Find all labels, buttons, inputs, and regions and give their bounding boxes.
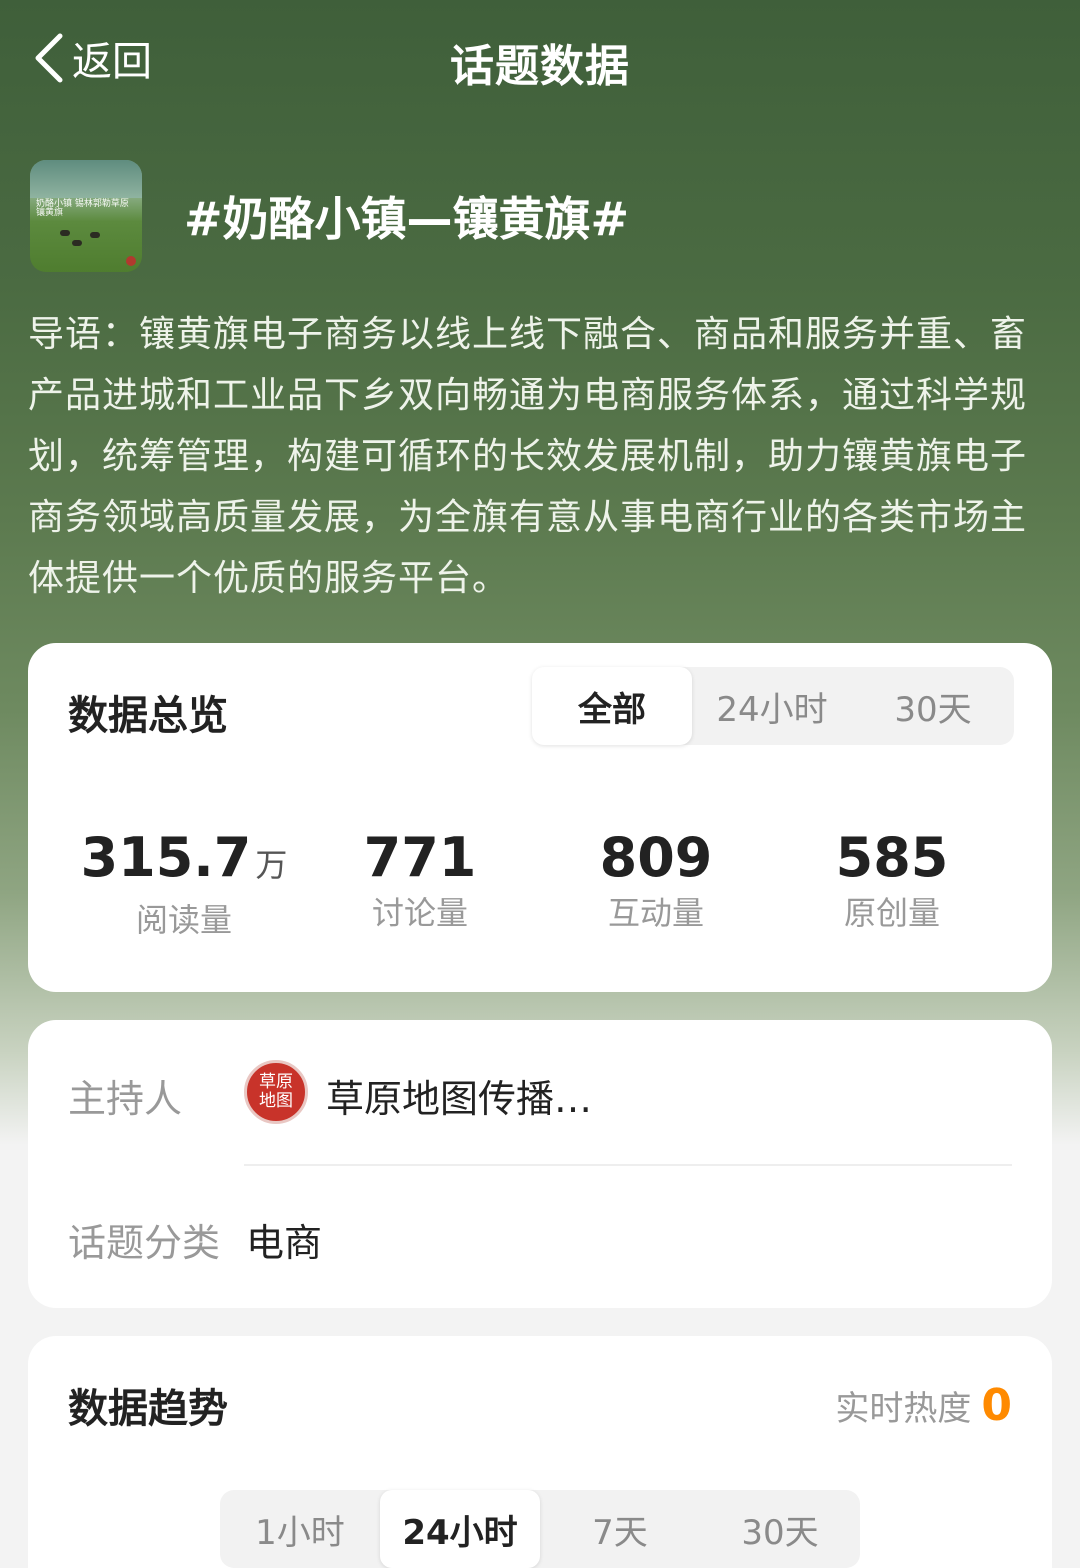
tab-1h[interactable]: 1小时 [220, 1490, 380, 1568]
stat-value: 315.7 [80, 826, 252, 889]
overview-card: 数据总览 全部 24小时 30天 315.7 万 阅读量 771 讨论量 809 … [28, 643, 1052, 992]
host-label: 主持人 [68, 1077, 183, 1121]
stat-value: 585 [835, 826, 949, 889]
stat-label: 互动量 [607, 894, 704, 932]
host-name[interactable]: 草原地图传播… [326, 1068, 592, 1123]
heat-label: 实时热度 [835, 1389, 972, 1429]
realtime-heat: 实时热度 0 [835, 1380, 1012, 1431]
stat-value: 809 [599, 826, 713, 889]
stat-label: 讨论量 [371, 894, 468, 932]
tab-30d[interactable]: 30天 [852, 667, 1014, 745]
page-title: 话题数据 [450, 41, 630, 92]
tab-24h[interactable]: 24小时 [692, 667, 852, 745]
stat-unit: 万 [255, 846, 288, 884]
topic-header: 奶酪小镇 锡林郭勒草原镶黄旗 #奶酪小镇—镶黄旗# [30, 160, 629, 272]
seal-icon [126, 256, 136, 266]
thumbnail-text: 奶酪小镇 锡林郭勒草原镶黄旗 [36, 199, 129, 218]
stat-label: 阅读量 [135, 901, 232, 939]
category-value: 电商 [246, 1221, 323, 1265]
stat-originals: 585 原创量 [772, 823, 1012, 933]
trend-range-tabs: 1小时 24小时 7天 30天 [220, 1490, 860, 1568]
topic-intro: 导语：镶黄旗电子商务以线上线下融合、商品和服务并重、畜产品进城和工业品下乡双向畅… [28, 314, 1028, 599]
category-label: 话题分类 [68, 1221, 221, 1265]
host-avatar[interactable]: 草原地图 [244, 1060, 308, 1124]
stat-label: 原创量 [843, 894, 940, 932]
overview-range-tabs: 全部 24小时 30天 [532, 667, 1014, 745]
topic-thumbnail: 奶酪小镇 锡林郭勒草原镶黄旗 [30, 160, 142, 272]
divider [244, 1164, 1012, 1166]
navigation-bar: 返回 话题数据 [0, 0, 1080, 118]
tab-7d[interactable]: 7天 [540, 1490, 700, 1568]
heat-value: 0 [981, 1380, 1012, 1431]
overview-title: 数据总览 [68, 693, 228, 739]
tab-24h[interactable]: 24小时 [380, 1490, 540, 1568]
trend-title: 数据趋势 [68, 1386, 228, 1432]
stat-reads: 315.7 万 阅读量 [64, 823, 304, 940]
stats-row: 315.7 万 阅读量 771 讨论量 809 互动量 585 原创量 [28, 823, 1052, 943]
topic-title: #奶酪小镇—镶黄旗# [184, 192, 630, 246]
topic-info-card: 主持人 草原地图 草原地图传播… 话题分类 电商 [28, 1020, 1052, 1308]
tab-30d[interactable]: 30天 [700, 1490, 860, 1568]
stat-interactions: 809 互动量 [536, 823, 776, 933]
tab-all[interactable]: 全部 [532, 667, 692, 745]
trend-card: 数据趋势 实时热度 0 1小时 24小时 7天 30天 [28, 1336, 1052, 1568]
stat-value: 771 [363, 826, 477, 889]
stat-discussions: 771 讨论量 [300, 823, 540, 933]
